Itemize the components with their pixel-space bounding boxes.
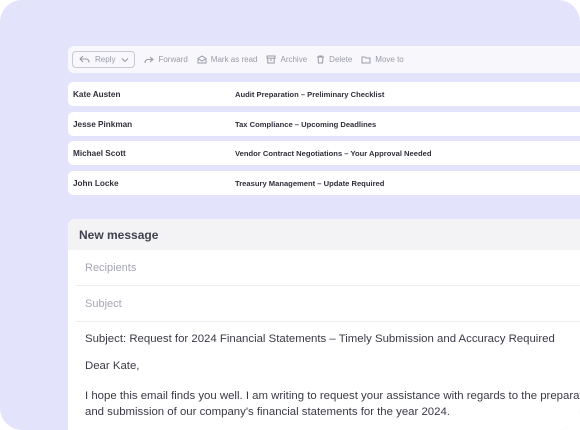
reply-icon <box>79 55 90 64</box>
forward-button[interactable]: Forward <box>144 55 188 64</box>
email-sender: Kate Austen <box>73 89 121 99</box>
forward-label: Forward <box>158 55 188 64</box>
email-subject: Audit Preparation – Preliminary Checklis… <box>235 89 385 99</box>
envelope-open-icon <box>197 55 207 64</box>
archive-button[interactable]: Archive <box>266 55 307 64</box>
delete-label: Delete <box>329 55 353 64</box>
email-sender: Michael Scott <box>73 148 126 158</box>
email-row[interactable]: John Locke Treasury Management – Update … <box>68 171 580 195</box>
email-sender: Jesse Pinkman <box>73 119 133 129</box>
mark-as-read-button[interactable]: Mark as read <box>197 55 258 64</box>
email-sender: John Locke <box>73 178 119 188</box>
body-paragraph-line: I hope this email finds you well. I am w… <box>85 390 580 402</box>
folder-icon <box>361 56 371 64</box>
mark-as-read-label: Mark as read <box>210 55 258 64</box>
body-paragraph-line: and submission of our company's financia… <box>85 406 450 418</box>
message-body[interactable]: Subject: Request for 2024 Financial Stat… <box>68 322 580 420</box>
email-subject: Tax Compliance – Upcoming Deadlines <box>235 119 377 129</box>
move-to-button[interactable]: Move to <box>361 55 404 64</box>
chevron-down-icon[interactable] <box>121 57 129 63</box>
email-subject: Vendor Contract Negotiations – Your Appr… <box>235 148 432 158</box>
reply-label: Reply <box>95 55 116 64</box>
forward-icon <box>144 56 155 64</box>
move-to-label: Move to <box>375 55 404 64</box>
reply-button[interactable]: Reply <box>72 51 136 68</box>
compose-window: New message Recipients Subject Subject: … <box>68 219 580 430</box>
body-greeting: Dear Kate, <box>85 360 140 372</box>
body-subject-line: Subject: Request for 2024 Financial Stat… <box>85 333 555 345</box>
email-subject: Treasury Management – Update Required <box>235 178 385 188</box>
email-toolbar: Reply Forward Mark as read Archive Delet… <box>68 46 580 73</box>
archive-label: Archive <box>280 55 308 64</box>
app-canvas: Reply Forward Mark as read Archive Delet… <box>0 0 580 430</box>
email-row[interactable]: Kate Austen Audit Preparation – Prelimin… <box>68 82 580 106</box>
delete-button[interactable]: Delete <box>316 55 352 64</box>
recipients-field[interactable]: Recipients <box>76 250 580 286</box>
email-row[interactable]: Michael Scott Vendor Contract Negotiatio… <box>68 141 580 165</box>
subject-field[interactable]: Subject <box>76 286 580 322</box>
compose-title: New message <box>68 219 580 250</box>
trash-icon <box>316 55 325 64</box>
archive-icon <box>266 55 276 64</box>
email-row[interactable]: Jesse Pinkman Tax Compliance – Upcoming … <box>68 112 580 136</box>
